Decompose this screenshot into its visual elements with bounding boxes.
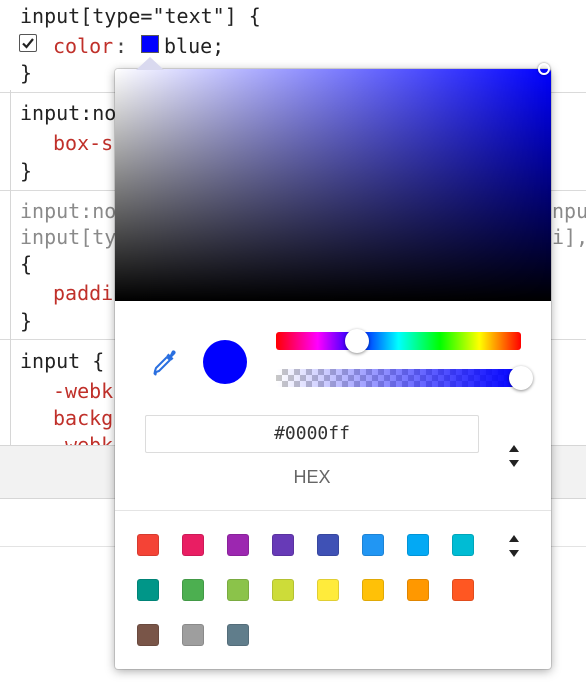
palette-swatch-grey[interactable] <box>182 624 204 646</box>
palette-swatch-deep-orange[interactable] <box>452 579 474 601</box>
palette-swatch-pink[interactable] <box>182 534 204 556</box>
stepper-arrows-icon <box>509 535 519 557</box>
eyedropper-icon <box>153 350 176 376</box>
rule-selector[interactable]: input[type="text"] { <box>20 3 261 29</box>
palette-swatch-green[interactable] <box>182 579 204 601</box>
alpha-slider[interactable] <box>276 369 521 387</box>
rule-close-brace: } <box>20 61 33 85</box>
property-name[interactable]: backg <box>53 405 113 431</box>
rule-selector[interactable]: input:no <box>20 100 116 126</box>
alpha-gradient <box>276 369 521 387</box>
rule-selector[interactable]: input:no <box>20 198 116 224</box>
palette-divider <box>115 510 551 511</box>
palette-swatch-purple[interactable] <box>227 534 249 556</box>
hex-value-input[interactable]: #0000ff <box>145 415 479 453</box>
palette-swatch-orange[interactable] <box>407 579 429 601</box>
property-colon: : <box>115 34 128 58</box>
rule-open-brace: { <box>20 252 33 276</box>
rule-selector[interactable]: input { <box>20 348 104 374</box>
rule-close-brace: } <box>20 309 33 333</box>
color-preview <box>203 340 247 384</box>
property-name-color[interactable]: color <box>53 33 113 59</box>
pane-divider <box>10 90 11 445</box>
popup-pointer <box>136 57 164 70</box>
palette-swatch-lime[interactable] <box>272 579 294 601</box>
hue-slider[interactable] <box>276 332 521 350</box>
color-picker-popup: #0000ff HEX <box>115 63 551 669</box>
hue-slider-thumb[interactable] <box>344 329 369 353</box>
format-toggle-button[interactable] <box>506 443 522 469</box>
palette-swatch-light-green[interactable] <box>227 579 249 601</box>
palette-swatch-red[interactable] <box>137 534 159 556</box>
stepper-arrows-icon <box>509 445 519 467</box>
property-name[interactable]: box-s <box>53 130 113 156</box>
property-checkbox[interactable] <box>19 34 37 52</box>
palette-swatch-light-blue[interactable] <box>407 534 429 556</box>
rule-close-brace: } <box>20 159 33 183</box>
property-name[interactable]: -webk <box>53 432 113 445</box>
rule-selector-overflow: i], <box>552 225 586 249</box>
rule-selector[interactable]: input[ty <box>20 224 116 250</box>
checkmark-icon <box>22 38 34 49</box>
palette-swatch-blue-grey[interactable] <box>227 624 249 646</box>
color-swatch-button[interactable] <box>141 35 159 53</box>
property-value-blue[interactable]: blue; <box>164 33 224 59</box>
format-label: HEX <box>293 467 331 487</box>
palette-swatch-amber[interactable] <box>362 579 384 601</box>
palette-swatch-teal[interactable] <box>137 579 159 601</box>
palette-toggle-button[interactable] <box>506 533 522 559</box>
property-name[interactable]: paddi <box>53 280 113 306</box>
alpha-slider-thumb[interactable] <box>509 366 533 390</box>
palette-swatch-deep-purple[interactable] <box>272 534 294 556</box>
palette-swatch-cyan[interactable] <box>452 534 474 556</box>
property-name[interactable]: -webk <box>53 378 113 404</box>
palette-swatch-indigo[interactable] <box>317 534 339 556</box>
palette-swatch-blue[interactable] <box>362 534 384 556</box>
saturation-value-area[interactable] <box>115 63 551 301</box>
saturation-value-handle[interactable] <box>538 63 550 75</box>
palette-swatch-yellow[interactable] <box>317 579 339 601</box>
palette-swatch-brown[interactable] <box>137 624 159 646</box>
eyedropper-button[interactable] <box>151 348 179 378</box>
rule-selector-overflow: npu <box>552 199 586 223</box>
